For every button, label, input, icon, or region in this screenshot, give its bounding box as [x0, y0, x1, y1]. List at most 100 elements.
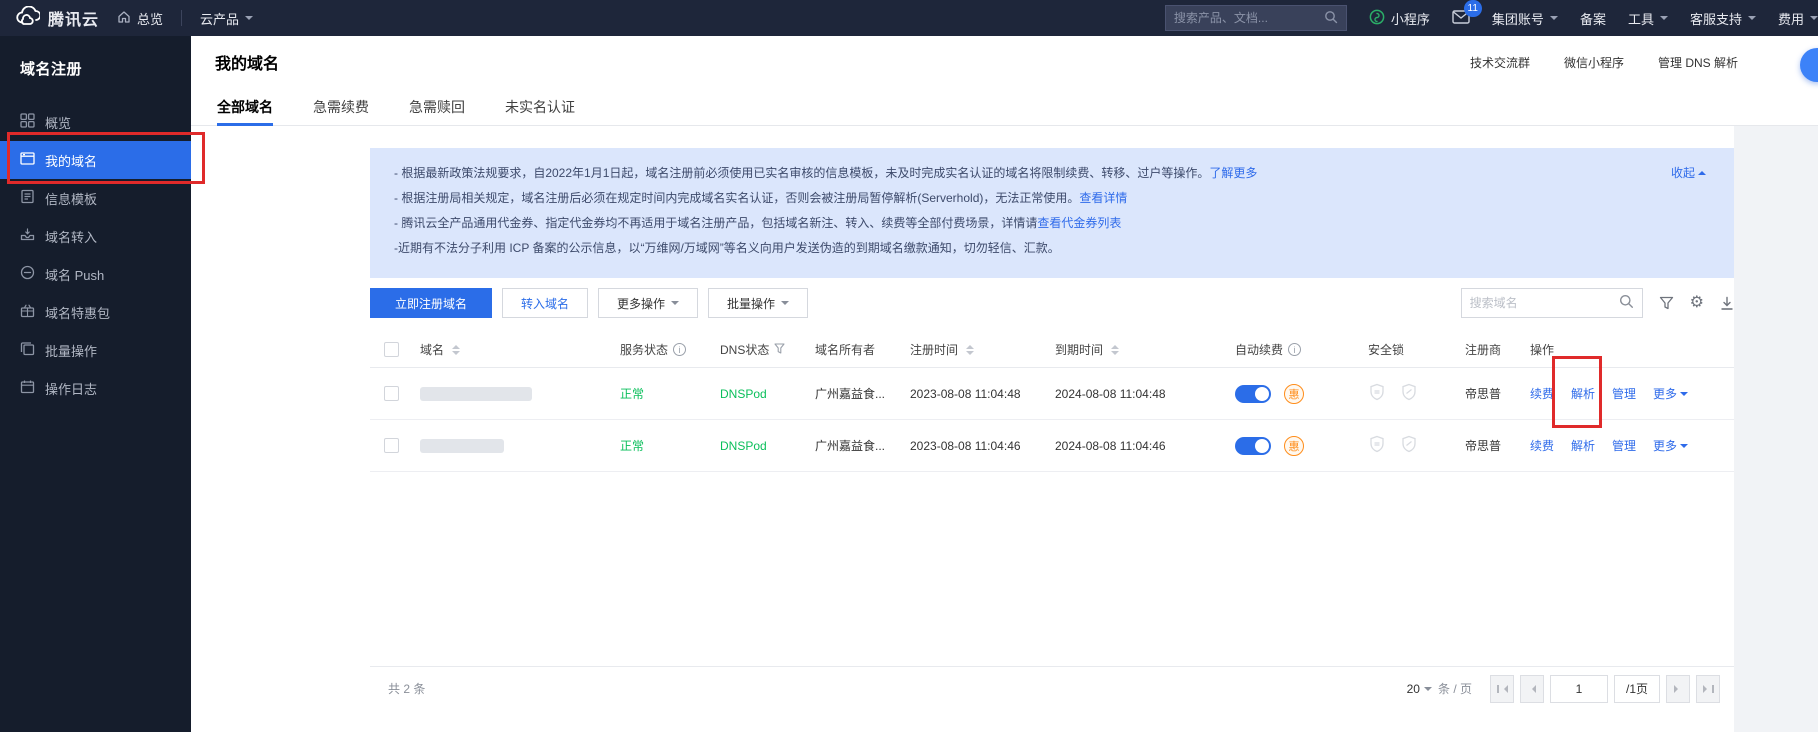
sort-icon[interactable]: [1111, 341, 1119, 359]
chevron-down-icon: [1748, 16, 1756, 24]
resolve-link[interactable]: 解析: [1571, 437, 1595, 454]
nav-billing[interactable]: 费用: [1778, 9, 1818, 28]
more-link[interactable]: 更多: [1653, 437, 1688, 454]
register-time: 2023-08-08 11:04:48: [902, 387, 1047, 401]
renew-link[interactable]: 续费: [1530, 385, 1554, 402]
table-header-row: 域名 服务状态 i DNS状态 域名所有者 注册时间 到期时间 自动续费 i 安…: [370, 332, 1734, 368]
auto-renew-toggle[interactable]: [1235, 385, 1271, 403]
domain-name-redacted[interactable]: [420, 439, 504, 453]
nav-cloud-products[interactable]: 云产品: [200, 9, 253, 28]
sidebar-item-transfer-in[interactable]: 域名转入: [0, 217, 191, 255]
next-page-button[interactable]: [1666, 675, 1690, 703]
last-page-button[interactable]: [1696, 675, 1720, 703]
page-size-select[interactable]: 20: [1407, 682, 1432, 696]
promo-badge[interactable]: 惠: [1284, 436, 1304, 456]
prev-page-button[interactable]: [1520, 675, 1544, 703]
transfer-domain-button[interactable]: 转入域名: [502, 288, 588, 318]
search-icon[interactable]: [1619, 294, 1634, 312]
chevron-down-icon: [1550, 16, 1558, 24]
row-checkbox[interactable]: [384, 386, 399, 401]
notice-line: -近期有不法分子利用 ICP 备案的公示信息，以“万维网/万域网”等名义向用户发…: [394, 236, 1710, 261]
filter-icon[interactable]: [1659, 296, 1674, 310]
sidebar-item-domain-push[interactable]: 域名 Push: [0, 255, 191, 293]
link-manage-dns[interactable]: 管理 DNS 解析: [1658, 54, 1738, 71]
sidebar-item-batch-ops[interactable]: 批量操作: [0, 331, 191, 369]
nav-mini-program[interactable]: 小程序: [1369, 9, 1430, 28]
nav-tools[interactable]: 工具: [1628, 9, 1668, 28]
shield-update-lock-icon[interactable]: [1400, 435, 1418, 456]
nav-overview[interactable]: 总览: [117, 9, 163, 28]
sidebar: 域名注册 概览: [0, 36, 191, 732]
sidebar-item-overview[interactable]: 概览: [0, 103, 191, 141]
auto-renew-toggle[interactable]: [1235, 437, 1271, 455]
shield-update-lock-icon[interactable]: [1400, 383, 1418, 404]
page-number-input[interactable]: 1: [1550, 675, 1608, 703]
sidebar-item-my-domains[interactable]: 我的域名: [0, 141, 191, 179]
select-all-checkbox[interactable]: [384, 342, 399, 357]
transfer-in-icon: [20, 227, 35, 245]
global-search-input[interactable]: [1174, 11, 1324, 25]
tab-all-domains[interactable]: 全部域名: [217, 88, 273, 125]
chevron-up-icon: [1698, 167, 1706, 175]
domain-search-box[interactable]: [1461, 288, 1643, 318]
more-link[interactable]: 更多: [1653, 385, 1688, 402]
message-count-badge: 11: [1464, 0, 1482, 17]
gear-icon[interactable]: ⚙: [1690, 295, 1704, 311]
info-icon[interactable]: i: [673, 343, 686, 356]
tencent-cloud-console: 腾讯云 总览 云产品: [0, 0, 1818, 732]
cloud-logo-icon: [14, 6, 40, 31]
sort-icon[interactable]: [452, 341, 460, 359]
row-checkbox[interactable]: [384, 438, 399, 453]
registrar: 帝思普: [1457, 385, 1522, 402]
shield-transfer-lock-icon[interactable]: [1368, 435, 1386, 456]
manage-link[interactable]: 管理: [1612, 437, 1636, 454]
info-icon[interactable]: i: [1288, 343, 1301, 356]
calendar-icon: [20, 379, 35, 397]
link-wechat-mini[interactable]: 微信小程序: [1564, 54, 1624, 71]
right-gutter: [1734, 126, 1818, 732]
nav-messages[interactable]: 11: [1452, 10, 1470, 27]
batch-ops-button[interactable]: 批量操作: [708, 288, 808, 318]
total-count: 共 2 条: [370, 680, 425, 697]
filter-icon[interactable]: [774, 343, 785, 357]
content-area: - 根据最新政策法规要求，自2022年1月1日起，域名注册前必须使用已实名审核的…: [191, 126, 1818, 732]
link-tech-group[interactable]: 技术交流群: [1470, 54, 1530, 71]
tencent-cloud-logo[interactable]: 腾讯云: [14, 6, 99, 31]
chevron-down-icon: [1810, 16, 1818, 24]
register-domain-button[interactable]: 立即注册域名: [370, 288, 492, 318]
sidebar-item-operation-log[interactable]: 操作日志: [0, 369, 191, 407]
expire-time: 2024-08-08 11:04:48: [1047, 387, 1227, 401]
domain-search-input[interactable]: [1470, 296, 1619, 310]
more-ops-button[interactable]: 更多操作: [598, 288, 698, 318]
domain-table: 域名 服务状态 i DNS状态 域名所有者 注册时间 到期时间 自动续费 i 安…: [370, 332, 1734, 472]
download-icon[interactable]: [1720, 296, 1734, 311]
resolve-link[interactable]: 解析: [1571, 385, 1595, 402]
renew-link[interactable]: 续费: [1530, 437, 1554, 454]
tab-redeem-urgent[interactable]: 急需赎回: [409, 88, 465, 125]
copy-icon: [20, 341, 35, 359]
notice-link-learn-more[interactable]: 了解更多: [1209, 166, 1257, 180]
notice-collapse-button[interactable]: 收起: [1671, 161, 1706, 186]
chevron-down-icon: [245, 16, 253, 24]
tab-renew-urgent[interactable]: 急需续费: [313, 88, 369, 125]
search-icon[interactable]: [1324, 10, 1338, 27]
nav-group-account[interactable]: 集团账号: [1492, 9, 1558, 28]
total-pages-label: /1页: [1614, 675, 1660, 703]
nav-icp[interactable]: 备案: [1580, 9, 1606, 28]
chevron-down-icon: [1424, 687, 1432, 695]
manage-link[interactable]: 管理: [1612, 385, 1636, 402]
promo-badge[interactable]: 惠: [1284, 384, 1304, 404]
domain-owner: 广州嘉益食...: [807, 385, 902, 402]
chevron-down-icon: [1660, 16, 1668, 24]
notice-link-voucher-list[interactable]: 查看代金券列表: [1037, 216, 1121, 230]
sort-icon[interactable]: [966, 341, 974, 359]
notice-link-view-details[interactable]: 查看详情: [1079, 191, 1127, 205]
nav-support[interactable]: 客服支持: [1690, 9, 1756, 28]
global-search[interactable]: [1165, 5, 1347, 31]
sidebar-item-info-template[interactable]: 信息模板: [0, 179, 191, 217]
shield-transfer-lock-icon[interactable]: [1368, 383, 1386, 404]
first-page-button[interactable]: [1490, 675, 1514, 703]
tab-not-verified[interactable]: 未实名认证: [505, 88, 575, 125]
domain-name-redacted[interactable]: [420, 387, 532, 401]
sidebar-item-domain-deals[interactable]: 域名特惠包: [0, 293, 191, 331]
